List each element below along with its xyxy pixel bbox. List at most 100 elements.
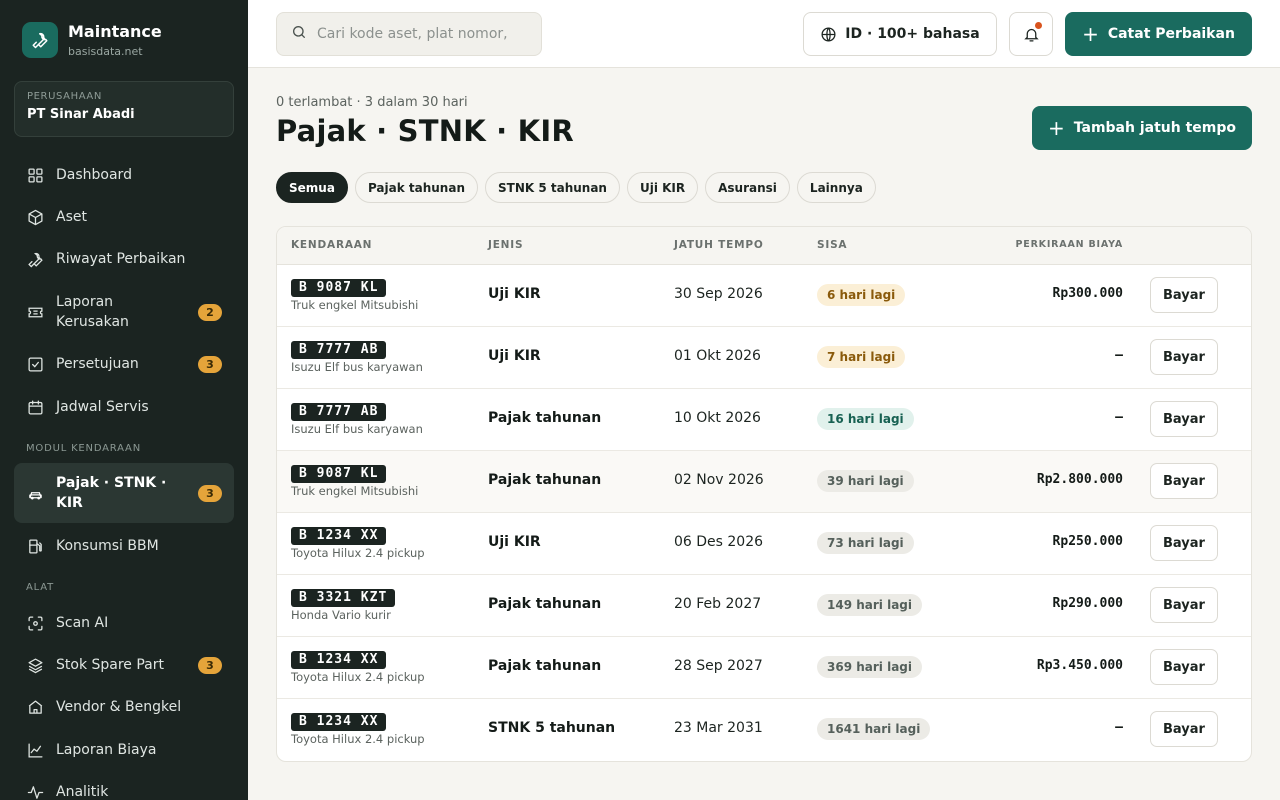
calendar-icon <box>26 398 44 416</box>
search-box[interactable] <box>276 12 542 56</box>
plate-number: B 1234 XX <box>291 527 387 545</box>
sidebar-item-jadwal-servis[interactable]: Jadwal Servis <box>14 395 234 419</box>
sidebar-item-label: Scan AI <box>56 615 109 631</box>
bayar-button[interactable]: Bayar <box>1150 277 1218 313</box>
brand-domain: basisdata.net <box>68 45 143 58</box>
bayar-button[interactable]: Bayar <box>1150 463 1218 499</box>
estimated-cost: – <box>1115 410 1123 425</box>
layers-icon <box>26 656 44 674</box>
estimated-cost: Rp250.000 <box>1052 534 1123 549</box>
sidebar-item-aset[interactable]: Aset <box>14 205 234 229</box>
section-label-modul-kendaraan: MODUL KENDARAAN <box>26 443 141 454</box>
tambah-jatuh-tempo-label: Tambah jatuh tempo <box>1073 120 1237 136</box>
filter-asuransi[interactable]: Asuransi <box>705 172 790 203</box>
company-name: PT Sinar Abadi <box>27 107 135 122</box>
remaining-badge: 16 hari lagi <box>817 408 914 430</box>
column-sisa: SISA <box>817 239 848 251</box>
brand-name: Maintance <box>68 22 162 41</box>
laporan-kerusakan-badge: 2 <box>198 303 222 321</box>
bayar-button[interactable]: Bayar <box>1150 339 1218 375</box>
table-row: B 3321 KZT Honda Vario kurir Pajak tahun… <box>277 575 1251 637</box>
due-type: Uji KIR <box>488 534 541 550</box>
table-row: B 9087 KL Truk engkel Mitsubishi Pajak t… <box>277 451 1251 513</box>
sidebar-item-label: Pajak · STNK · KIR <box>56 475 167 511</box>
search-icon <box>291 24 307 44</box>
bayar-button[interactable]: Bayar <box>1150 587 1218 623</box>
filter-tabs: Semua Pajak tahunan STNK 5 tahunan Uji K… <box>276 172 883 203</box>
sidebar-item-persetujuan[interactable]: Persetujuan 3 <box>14 352 234 376</box>
scan-icon <box>26 614 44 632</box>
brand[interactable]: Maintance basisdata.net <box>22 22 162 58</box>
sidebar-item-laporan-kerusakan[interactable]: Laporan Kerusakan 2 <box>14 290 234 334</box>
filter-semua[interactable]: Semua <box>276 172 348 203</box>
vehicle-name: Truk engkel Mitsubishi <box>291 484 419 498</box>
company-switcher[interactable]: PERUSAHAAN PT Sinar Abadi <box>14 81 234 137</box>
column-perkiraan-biaya: PERKIRAAN BIAYA <box>1015 239 1123 250</box>
sidebar-item-label: Persetujuan <box>56 356 139 372</box>
notification-button[interactable] <box>1009 12 1053 56</box>
vehicle-name: Honda Vario kurir <box>291 608 391 622</box>
section-label-alat: ALAT <box>26 582 55 593</box>
due-date: 06 Des 2026 <box>674 534 764 550</box>
due-type: STNK 5 tahunan <box>488 720 616 736</box>
remaining-badge: 369 hari lagi <box>817 656 922 678</box>
sidebar-item-label: Konsumsi BBM <box>56 538 159 554</box>
table-row: B 1234 XX Toyota Hilux 2.4 pickup Pajak … <box>277 637 1251 699</box>
sidebar-item-riwayat-perbaikan[interactable]: Riwayat Perbaikan <box>14 247 234 271</box>
vehicle-name: Isuzu Elf bus karyawan <box>291 422 423 436</box>
sidebar-item-vendor-bengkel[interactable]: Vendor & Bengkel <box>14 695 234 719</box>
sidebar-item-scan-ai[interactable]: Scan AI <box>14 611 234 635</box>
vehicle-name: Toyota Hilux 2.4 pickup <box>291 546 425 560</box>
sidebar-item-label: Stok Spare Part <box>56 657 165 673</box>
pajak-badge: 3 <box>198 484 222 502</box>
sidebar-item-pajak-stnk-kir[interactable]: Pajak · STNK · KIR 3 <box>14 463 234 523</box>
sidebar-item-label: Laporan Biaya <box>56 742 157 758</box>
catat-perbaikan-button[interactable]: + Catat Perbaikan <box>1065 12 1252 56</box>
due-date: 28 Sep 2027 <box>674 658 763 674</box>
search-input[interactable] <box>317 26 517 42</box>
due-date: 23 Mar 2031 <box>674 720 763 736</box>
sidebar-item-laporan-biaya[interactable]: Laporan Biaya <box>14 738 234 762</box>
sidebar-item-label: Jadwal Servis <box>56 399 149 415</box>
remaining-badge: 1641 hari lagi <box>817 718 931 740</box>
table-row: B 7777 AB Isuzu Elf bus karyawan Pajak t… <box>277 389 1251 451</box>
wrench-icon <box>26 250 44 268</box>
table-row: B 1234 XX Toyota Hilux 2.4 pickup STNK 5… <box>277 699 1251 761</box>
bayar-button[interactable]: Bayar <box>1150 525 1218 561</box>
plate-number: B 1234 XX <box>291 713 387 731</box>
ticket-icon <box>26 303 44 321</box>
estimated-cost: – <box>1115 720 1123 735</box>
sidebar-item-konsumsi-bbm[interactable]: Konsumsi BBM <box>14 534 234 558</box>
filter-lainnya[interactable]: Lainnya <box>796 172 876 203</box>
box-icon <box>26 208 44 226</box>
filter-uji-kir[interactable]: Uji KIR <box>626 172 699 203</box>
tambah-jatuh-tempo-button[interactable]: + Tambah jatuh tempo <box>1032 106 1252 150</box>
due-type: Pajak tahunan <box>488 596 602 612</box>
estimated-cost: Rp3.450.000 <box>1036 658 1123 673</box>
remaining-badge: 73 hari lagi <box>817 532 914 554</box>
due-date: 30 Sep 2026 <box>674 286 763 302</box>
sidebar-item-stok-spare-part[interactable]: Stok Spare Part 3 <box>14 653 234 677</box>
table-header: KENDARAAN JENIS JATUH TEMPO SISA PERKIRA… <box>277 227 1251 265</box>
plate-number: B 1234 XX <box>291 651 387 669</box>
column-kendaraan: KENDARAAN <box>291 239 373 251</box>
due-date: 01 Okt 2026 <box>674 348 761 364</box>
filter-stnk-5-tahunan[interactable]: STNK 5 tahunan <box>484 172 620 203</box>
remaining-badge: 6 hari lagi <box>817 284 906 306</box>
bayar-button[interactable]: Bayar <box>1150 401 1218 437</box>
bayar-button[interactable]: Bayar <box>1150 711 1218 747</box>
globe-icon <box>821 26 836 42</box>
sidebar-item-label: Riwayat Perbaikan <box>56 251 186 267</box>
filter-pajak-tahunan[interactable]: Pajak tahunan <box>354 172 478 203</box>
bayar-button[interactable]: Bayar <box>1150 649 1218 685</box>
chart-line-icon <box>26 741 44 759</box>
due-type: Pajak tahunan <box>488 658 602 674</box>
catat-perbaikan-label: Catat Perbaikan <box>1107 26 1235 42</box>
sidebar-item-analitik[interactable]: Analitik <box>14 780 234 800</box>
language-button[interactable]: ID · 100+ bahasa <box>803 12 997 56</box>
car-icon <box>26 484 44 502</box>
due-table: KENDARAAN JENIS JATUH TEMPO SISA PERKIRA… <box>276 226 1252 762</box>
due-date: 10 Okt 2026 <box>674 410 761 426</box>
sidebar-item-dashboard[interactable]: Dashboard <box>14 163 234 187</box>
stok-badge: 3 <box>198 656 222 674</box>
